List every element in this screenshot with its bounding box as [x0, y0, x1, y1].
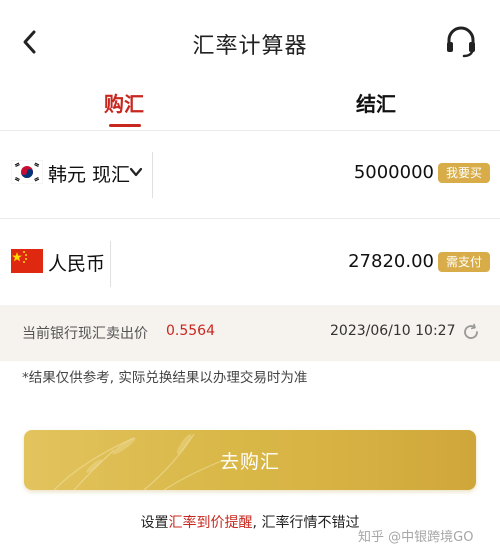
rate-timestamp: 2023/06/10 10:27: [330, 323, 456, 339]
rate-label: 当前银行现汇卖出价: [22, 326, 148, 342]
south-korea-flag-icon: [11, 160, 43, 184]
china-flag-icon: [11, 249, 43, 273]
divider: [110, 241, 111, 287]
tab-buy-fx[interactable]: 购汇: [104, 88, 144, 117]
footer-prefix: 设置: [140, 515, 169, 531]
to-currency-row: 人民币 27820.00 需支付: [0, 219, 500, 305]
buy-tag-badge: 我要买: [438, 163, 490, 183]
pay-amount-value: 27820.00: [348, 251, 434, 272]
page-title: 汇率计算器: [192, 34, 308, 59]
refresh-icon[interactable]: [462, 323, 480, 341]
footer-suffix: , 汇率行情不错过: [252, 515, 360, 531]
buy-amount-input[interactable]: 5000000: [284, 162, 434, 183]
rate-alert-link[interactable]: 汇率到价提醒: [169, 515, 253, 531]
exchange-rate-bar: 当前银行现汇卖出价 0.5564 2023/06/10 10:27: [0, 305, 500, 361]
customer-service-headset-icon[interactable]: [443, 24, 479, 60]
buy-fx-button-label: 去购汇: [219, 451, 280, 473]
from-currency-row: 韩元 现汇 5000000 我要买: [0, 130, 500, 219]
buy-fx-button[interactable]: 去购汇: [24, 430, 476, 490]
watermark: 知乎 @中银跨境GO: [358, 530, 474, 545]
tab-sell-fx[interactable]: 结汇: [356, 88, 396, 117]
header: 汇率计算器: [0, 0, 500, 86]
rate-value: 0.5564: [166, 323, 215, 339]
tab-bar: 购汇 结汇: [0, 84, 500, 131]
to-currency-name: 人民币: [48, 253, 106, 275]
from-currency-name[interactable]: 韩元 现汇: [48, 160, 130, 187]
pay-tag-badge: 需支付: [438, 252, 490, 272]
disclaimer-note: *结果仅供参考, 实际兑换结果以办理交易时为准: [22, 370, 308, 386]
chevron-down-icon[interactable]: [128, 165, 144, 179]
divider: [152, 152, 153, 198]
active-tab-indicator: [109, 124, 141, 127]
